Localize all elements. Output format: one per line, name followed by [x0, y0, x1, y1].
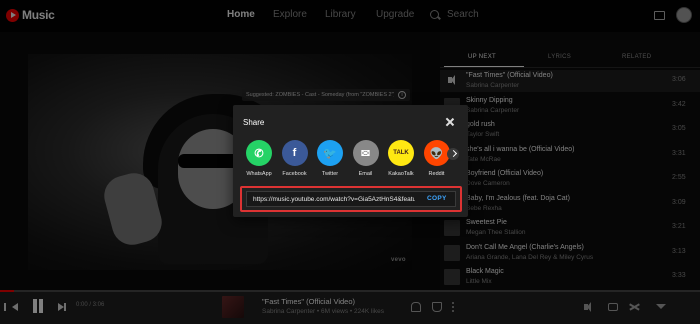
email-icon: ✉ — [352, 140, 379, 166]
share-target-label: Facebook — [282, 171, 307, 177]
share-twitter-button[interactable]: 🐦 Twitter — [310, 140, 350, 180]
url-highlight: https://music.youtube.com/watch?v=Gia5Az… — [240, 186, 462, 212]
share-kakaotalk-button[interactable]: TALK KakaoTalk — [381, 140, 421, 180]
share-reddit-button[interactable]: 👽 Reddit — [417, 140, 457, 180]
share-whatsapp-button[interactable]: ✆ WhatsApp — [239, 140, 279, 180]
kakaotalk-icon: TALK — [388, 140, 414, 166]
whatsapp-icon: ✆ — [246, 140, 272, 166]
share-facebook-button[interactable]: f Facebook — [275, 140, 315, 180]
share-target-label: Email — [358, 171, 373, 177]
close-icon[interactable] — [445, 117, 455, 127]
share-url-field[interactable]: https://music.youtube.com/watch?v=Gia5Az… — [246, 191, 456, 207]
share-dialog: Share ✆ WhatsApp f Facebook 🐦 Twitter ✉ Email TA… — [233, 105, 468, 217]
share-email-button[interactable]: ✉ Email — [346, 140, 386, 180]
chevron-right-icon[interactable] — [447, 148, 459, 160]
facebook-icon: f — [281, 140, 308, 166]
copy-button[interactable]: COPY — [427, 195, 447, 202]
dialog-title: Share — [243, 118, 265, 127]
reddit-icon: 👽 — [423, 140, 450, 166]
twitter-icon: 🐦 — [317, 140, 343, 166]
share-url-text[interactable]: https://music.youtube.com/watch?v=Gia5Az… — [253, 196, 415, 203]
share-target-label: Reddit — [428, 171, 445, 177]
share-target-label: WhatsApp — [246, 171, 272, 177]
share-target-label: Twitter — [321, 171, 339, 177]
share-target-label: KakaoTalk — [388, 171, 414, 177]
